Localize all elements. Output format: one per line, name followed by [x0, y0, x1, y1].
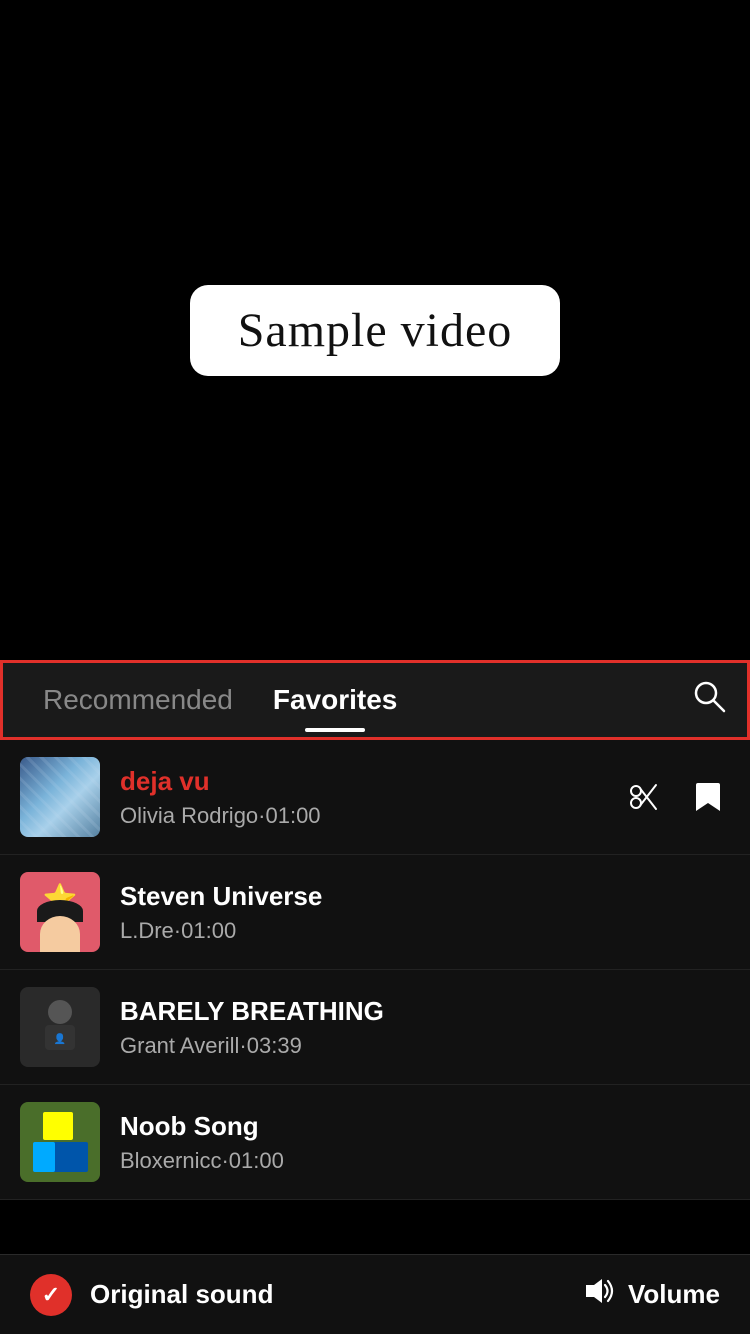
video-player: Sample video — [0, 0, 750, 660]
album-art-deja-vu — [20, 757, 100, 837]
search-button[interactable] — [691, 678, 727, 722]
bookmark-button[interactable] — [686, 775, 730, 819]
checkmark-icon: ✓ — [42, 1282, 60, 1308]
music-meta-noob: Bloxernicc·01:00 — [120, 1148, 730, 1174]
tabs-bar: Recommended Favorites — [0, 660, 750, 740]
music-list: deja vu Olivia Rodrigo·01:00 ⭐ — [0, 740, 750, 1200]
music-meta-barely: Grant Averill·03:39 — [120, 1033, 730, 1059]
music-info-steven: Steven Universe L.Dre·01:00 — [120, 881, 730, 944]
music-meta-steven: L.Dre·01:00 — [120, 918, 730, 944]
tab-favorites[interactable]: Favorites — [253, 666, 418, 734]
sample-video-text: Sample video — [238, 303, 513, 358]
sample-video-overlay: Sample video — [190, 285, 561, 376]
music-item-steven[interactable]: ⭐ Steven Universe L.Dre·01:00 — [0, 855, 750, 970]
music-info-deja-vu: deja vu Olivia Rodrigo·01:00 — [120, 766, 622, 829]
album-art-noob — [20, 1102, 100, 1182]
music-actions-deja-vu — [622, 775, 730, 819]
volume-button[interactable]: Volume — [582, 1277, 720, 1312]
bottom-bar: ✓ Original sound Volume — [0, 1254, 750, 1334]
original-sound-label[interactable]: Original sound — [90, 1279, 273, 1310]
album-art-barely: 👤 — [20, 987, 100, 1067]
svg-text:👤: 👤 — [54, 1032, 66, 1045]
volume-icon — [582, 1277, 616, 1312]
music-title-deja-vu: deja vu — [120, 766, 622, 797]
volume-label: Volume — [628, 1279, 720, 1310]
music-title-barely: BARELY BREATHING — [120, 996, 730, 1027]
music-info-barely: BARELY BREATHING Grant Averill·03:39 — [120, 996, 730, 1059]
music-item-deja-vu[interactable]: deja vu Olivia Rodrigo·01:00 — [0, 740, 750, 855]
music-title-noob: Noob Song — [120, 1111, 730, 1142]
music-item-barely[interactable]: 👤 BARELY BREATHING Grant Averill·03:39 — [0, 970, 750, 1085]
music-meta-deja-vu: Olivia Rodrigo·01:00 — [120, 803, 622, 829]
music-title-steven: Steven Universe — [120, 881, 730, 912]
scissors-button[interactable] — [622, 775, 666, 819]
music-info-noob: Noob Song Bloxernicc·01:00 — [120, 1111, 730, 1174]
album-art-steven: ⭐ — [20, 872, 100, 952]
music-item-noob[interactable]: Noob Song Bloxernicc·01:00 — [0, 1085, 750, 1200]
original-sound-check[interactable]: ✓ — [30, 1274, 72, 1316]
tab-recommended[interactable]: Recommended — [23, 666, 253, 734]
